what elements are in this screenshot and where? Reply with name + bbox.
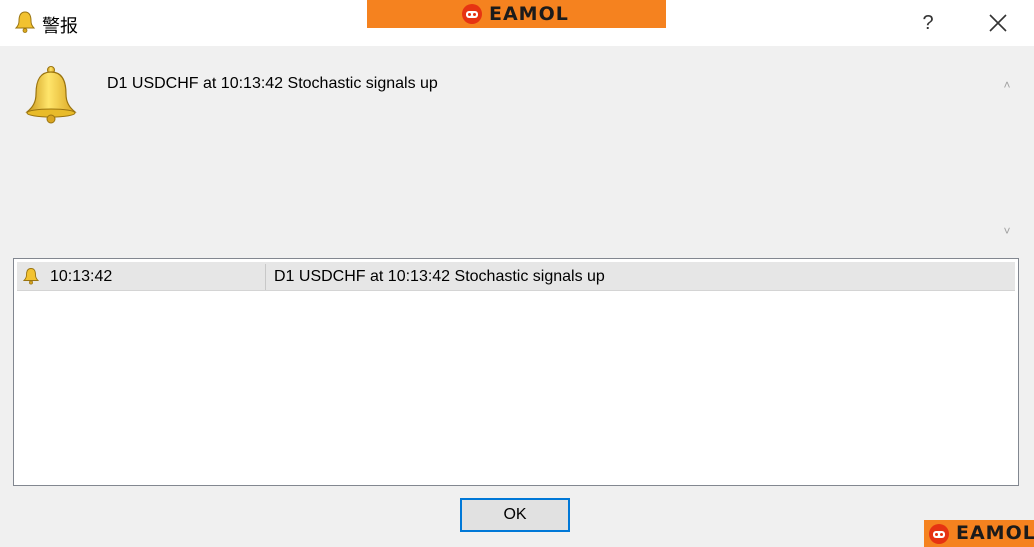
alert-time: 10:13:42: [50, 268, 113, 285]
watermark-text: EAMOL: [956, 522, 1034, 544]
eamol-logo-icon: [929, 524, 949, 544]
message-scrollbar[interactable]: [995, 72, 1017, 244]
scroll-up-icon[interactable]: ˄: [997, 78, 1017, 94]
help-button[interactable]: ?: [906, 6, 950, 40]
question-icon: ?: [922, 12, 934, 34]
eamol-watermark-bottom: EAMOL: [924, 520, 1034, 547]
eamol-logo-icon: [462, 4, 482, 24]
bell-icon: [22, 268, 40, 285]
scroll-down-icon[interactable]: ˅: [997, 224, 1017, 240]
column-divider: [265, 264, 266, 290]
list-item[interactable]: 10:13:42 D1 USDCHF at 10:13:42 Stochasti…: [17, 262, 1015, 291]
alert-message: D1 USDCHF at 10:13:42 Stochastic signals…: [107, 75, 438, 92]
alert-row-message: D1 USDCHF at 10:13:42 Stochastic signals…: [274, 268, 605, 285]
window-title: 警报: [42, 16, 78, 37]
watermark-text: EAMOL: [489, 3, 569, 25]
bell-icon: [14, 11, 36, 33]
eamol-watermark-top: EAMOL: [367, 0, 666, 28]
ok-button[interactable]: OK: [460, 498, 570, 532]
close-icon: [989, 14, 1007, 32]
alert-list[interactable]: 10:13:42 D1 USDCHF at 10:13:42 Stochasti…: [13, 258, 1019, 486]
bell-icon: [25, 66, 77, 124]
close-button[interactable]: [976, 6, 1020, 40]
